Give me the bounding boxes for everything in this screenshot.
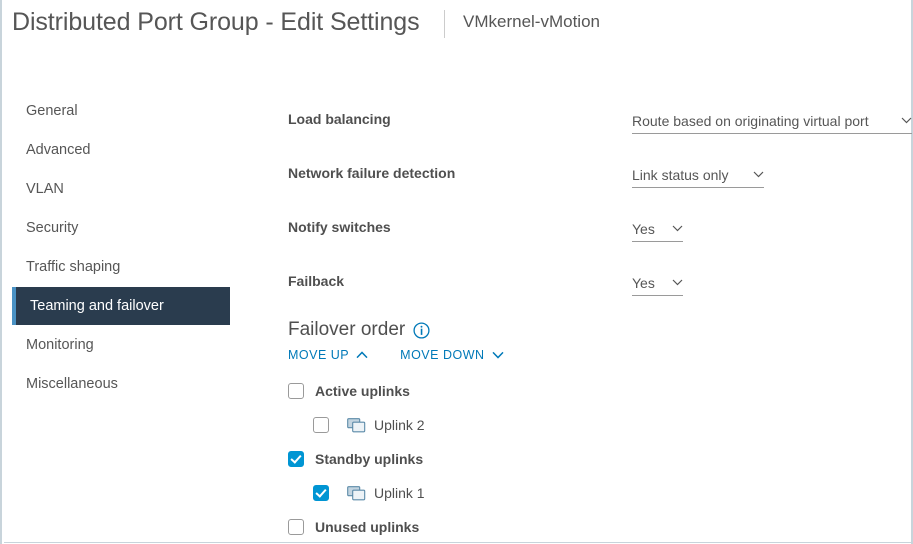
move-down-label: Move down: [400, 348, 485, 362]
list-item[interactable]: Unused uplinks: [288, 510, 913, 544]
uplink-2-checkbox[interactable]: [313, 417, 329, 433]
uplink-icon: [347, 485, 366, 500]
failback-label: Failback: [288, 273, 345, 289]
chevron-down-icon: [901, 117, 912, 124]
standby-uplinks-checkbox[interactable]: [288, 451, 304, 467]
move-up-button[interactable]: Move up: [288, 348, 368, 362]
failback-value: Yes: [632, 274, 655, 291]
sidebar-item-label: General: [26, 103, 78, 119]
sidebar-item-label: Advanced: [26, 142, 91, 158]
chevron-up-icon: [356, 351, 368, 359]
move-controls: Move up Move down: [288, 348, 913, 362]
list-item[interactable]: Uplink 2: [288, 408, 913, 442]
notify-switches-label: Notify switches: [288, 219, 391, 235]
sidebar-item-label: Teaming and failover: [30, 298, 164, 314]
active-uplinks-checkbox[interactable]: [288, 383, 304, 399]
list-item-label: Standby uplinks: [315, 451, 424, 467]
failover-order-list: Active uplinks Uplink 2 Standby uplinks: [288, 374, 913, 544]
notify-switches-select[interactable]: Yes: [632, 216, 683, 242]
form-row-load-balancing: Load balancing Route based on originatin…: [288, 100, 913, 154]
failover-order-title-text: Failover order: [288, 319, 406, 340]
chevron-down-icon: [753, 171, 764, 178]
sidebar-item-label: VLAN: [26, 181, 64, 197]
list-item[interactable]: Standby uplinks: [288, 442, 913, 476]
network-failure-detection-select[interactable]: Link status only: [632, 162, 764, 188]
uplink-icon: [347, 417, 366, 432]
network-failure-detection-label: Network failure detection: [288, 165, 456, 181]
dialog-bottom-divider: [4, 542, 913, 543]
load-balancing-label: Load balancing: [288, 111, 391, 127]
edit-settings-dialog: Distributed Port Group - Edit Settings V…: [0, 0, 913, 544]
failover-order-heading: Failover order: [288, 318, 913, 342]
sidebar-item-advanced[interactable]: Advanced: [2, 131, 242, 169]
unused-uplinks-checkbox[interactable]: [288, 519, 304, 535]
form-row-failback: Failback Yes: [288, 262, 913, 316]
info-circle-icon[interactable]: [413, 321, 430, 339]
sidebar-item-teaming-and-failover[interactable]: Teaming and failover: [12, 287, 230, 325]
move-up-label: Move up: [288, 348, 350, 362]
header-divider: [444, 10, 445, 38]
list-item-label: Unused uplinks: [315, 519, 420, 535]
notify-switches-value: Yes: [632, 220, 655, 237]
sidebar-item-monitoring[interactable]: Monitoring: [2, 326, 242, 364]
sidebar-item-security[interactable]: Security: [2, 209, 242, 247]
failover-order-section: Failover order Move up Move down: [288, 318, 913, 544]
chevron-down-icon: [672, 279, 683, 286]
page-title: Distributed Port Group - Edit Settings: [12, 8, 420, 36]
sidebar-item-vlan[interactable]: VLAN: [2, 170, 242, 208]
sidebar-item-label: Security: [26, 220, 79, 236]
dialog-header: Distributed Port Group - Edit Settings V…: [2, 0, 913, 78]
list-item-label: Uplink 2: [374, 417, 425, 433]
list-item-label: Uplink 1: [374, 485, 425, 501]
sidebar-item-miscellaneous[interactable]: Miscellaneous: [2, 365, 242, 403]
teaming-failover-form: Load balancing Route based on originatin…: [288, 100, 913, 316]
uplink-1-checkbox[interactable]: [313, 485, 329, 501]
chevron-down-icon: [491, 351, 504, 359]
chevron-down-icon: [672, 225, 683, 232]
move-down-button[interactable]: Move down: [400, 348, 504, 362]
load-balancing-value: Route based on originating virtual port: [632, 112, 869, 129]
sidebar-item-general[interactable]: General: [2, 92, 242, 130]
form-row-notify-switches: Notify switches Yes: [288, 208, 913, 262]
sidebar-item-label: Monitoring: [26, 337, 94, 353]
settings-nav: General Advanced VLAN Security Traffic s…: [2, 92, 242, 404]
failback-select[interactable]: Yes: [632, 270, 683, 296]
sidebar-item-traffic-shaping[interactable]: Traffic shaping: [2, 248, 242, 286]
sidebar-item-label: Traffic shaping: [26, 259, 121, 275]
form-row-network-failure-detection: Network failure detection Link status on…: [288, 154, 913, 208]
list-item[interactable]: Active uplinks: [288, 374, 913, 408]
list-item[interactable]: Uplink 1: [288, 476, 913, 510]
network-failure-detection-value: Link status only: [632, 166, 729, 183]
load-balancing-select[interactable]: Route based on originating virtual port: [632, 108, 912, 134]
list-item-label: Active uplinks: [315, 383, 410, 399]
sidebar-item-label: Miscellaneous: [26, 376, 118, 392]
object-name: VMkernel-vMotion: [463, 12, 600, 31]
